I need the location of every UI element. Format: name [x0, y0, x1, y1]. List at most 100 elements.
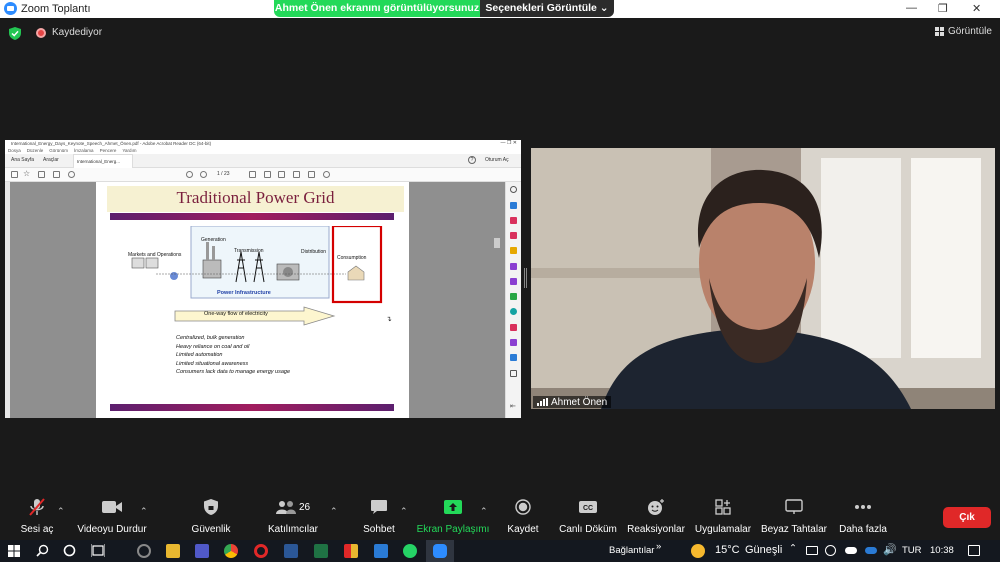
close-button[interactable]: ✕: [972, 2, 981, 15]
print-icon[interactable]: [38, 171, 45, 178]
photos-icon[interactable]: [374, 544, 388, 558]
video-options-caret[interactable]: ⌃: [140, 506, 148, 517]
menu-sign[interactable]: İmzalama: [74, 147, 94, 154]
menu-help[interactable]: Yardım: [122, 147, 136, 154]
tab-home[interactable]: Ana Sayfa: [11, 157, 34, 163]
page-down-icon[interactable]: [200, 171, 207, 178]
page-indicator[interactable]: 1 / 23: [217, 171, 230, 177]
view-button[interactable]: Görüntüle: [935, 26, 992, 37]
menu-edit[interactable]: Düzenle: [27, 147, 44, 154]
export-pdf-icon[interactable]: [510, 202, 517, 209]
bullet-item: Consumers lack data to manage energy usa…: [176, 369, 291, 376]
chevron-icon[interactable]: »: [656, 541, 661, 552]
excel-icon[interactable]: [314, 544, 328, 558]
windows-start-icon[interactable]: [8, 545, 20, 557]
more-tools-icon[interactable]: [510, 370, 517, 377]
unmute-button[interactable]: Sesi aç: [14, 496, 60, 540]
menu-view[interactable]: Görünüm: [49, 147, 68, 154]
clock[interactable]: 10:38: [930, 545, 954, 556]
scan-icon[interactable]: [510, 293, 517, 300]
menu-file[interactable]: Dosya: [8, 147, 21, 154]
cortana-icon[interactable]: [63, 544, 76, 557]
teams-icon[interactable]: [195, 544, 209, 558]
security-shield-icon[interactable]: [9, 27, 21, 40]
restore-button[interactable]: ❐: [938, 2, 948, 15]
rotate-icon[interactable]: [323, 171, 330, 178]
word-icon[interactable]: [284, 544, 298, 558]
mail-doc-icon[interactable]: [308, 171, 315, 178]
protect-icon[interactable]: [510, 308, 517, 315]
apps-button[interactable]: Uygulamalar: [692, 496, 754, 540]
language-indicator[interactable]: TUR: [902, 545, 922, 556]
opera-icon[interactable]: [254, 544, 268, 558]
minimize-button[interactable]: —: [906, 2, 917, 14]
help-icon[interactable]: ?: [468, 156, 476, 164]
edit-pdf-icon[interactable]: [510, 232, 517, 239]
file-explorer-icon[interactable]: [166, 544, 180, 558]
onedrive-icon[interactable]: [845, 547, 857, 554]
tray-expand-icon[interactable]: ⌃: [789, 543, 797, 554]
page-up-icon[interactable]: [186, 171, 193, 178]
menu-window[interactable]: Pencere: [100, 147, 117, 154]
leave-button[interactable]: Çık: [943, 507, 991, 528]
chat-button[interactable]: Sohbet: [358, 496, 400, 540]
zoom-icon[interactable]: [510, 186, 517, 193]
whatsapp-icon[interactable]: [403, 544, 417, 558]
search-icon[interactable]: [36, 544, 49, 557]
participants-button[interactable]: 26 Katılımcılar: [262, 496, 324, 540]
onedrive-business-icon[interactable]: [865, 547, 877, 554]
more-button[interactable]: Daha fazla: [838, 496, 888, 540]
split-view-divider[interactable]: [524, 268, 527, 288]
app-icon[interactable]: [137, 544, 151, 558]
volume-icon[interactable]: 🔊: [883, 543, 897, 556]
whiteboards-button[interactable]: Beyaz Tahtalar: [760, 496, 828, 540]
sign-in-link[interactable]: Oturum Aç: [485, 157, 509, 163]
comment-icon[interactable]: [249, 171, 256, 178]
globe-icon[interactable]: [825, 545, 836, 556]
recording-icon[interactable]: [36, 28, 46, 38]
organize-icon[interactable]: [510, 278, 517, 285]
share-tool-icon[interactable]: [510, 354, 517, 361]
star-icon[interactable]: ☆: [23, 169, 30, 178]
shared-screen[interactable]: International_Energy_Days_Keynote_Speech…: [5, 140, 521, 418]
app-icon[interactable]: [344, 544, 358, 558]
share-doc-icon[interactable]: [293, 171, 300, 178]
collapse-pane-icon[interactable]: ⇤: [510, 402, 516, 410]
chat-options-caret[interactable]: ⌃: [400, 506, 408, 517]
network-icon[interactable]: [806, 546, 818, 555]
left-pane-toggle[interactable]: [5, 182, 10, 418]
weather-temperature[interactable]: 15°C: [715, 544, 740, 556]
record-button[interactable]: Kaydet: [503, 496, 543, 540]
bullet-item: Centralized, bulk generation: [176, 335, 245, 341]
tab-document[interactable]: International_Energ...: [73, 154, 133, 168]
task-view-icon[interactable]: [91, 544, 105, 557]
share-options-caret[interactable]: ⌃: [480, 506, 488, 517]
audio-options-caret[interactable]: ⌃: [57, 506, 65, 517]
share-screen-button[interactable]: Ekran Paylaşımı: [417, 496, 489, 540]
sign-icon[interactable]: [278, 171, 285, 178]
chrome-icon[interactable]: [224, 544, 238, 558]
scrollbar-thumb[interactable]: [494, 238, 500, 248]
acrobat-window-controls[interactable]: — ❐ ✕: [501, 140, 517, 146]
stop-video-button[interactable]: Videoyu Durdur: [74, 496, 150, 540]
fill-sign-icon[interactable]: [510, 324, 517, 331]
mail-icon[interactable]: [53, 171, 60, 178]
tab-tools[interactable]: Araçlar: [43, 157, 59, 163]
pen-icon[interactable]: [264, 171, 271, 178]
participant-video[interactable]: Ahmet Önen: [531, 148, 995, 409]
live-transcript-button[interactable]: CC Canlı Döküm: [558, 496, 618, 540]
participants-options-caret[interactable]: ⌃: [330, 506, 338, 517]
send-icon[interactable]: [510, 339, 517, 346]
zoom-search-icon[interactable]: [68, 171, 75, 178]
reactions-button[interactable]: Reaksiyonlar: [626, 496, 686, 540]
new-file-icon[interactable]: [11, 171, 18, 178]
combine-icon[interactable]: [510, 263, 517, 270]
notifications-icon[interactable]: [968, 545, 980, 556]
links-toolbar[interactable]: Bağlantılar: [609, 545, 654, 556]
weather-condition[interactable]: Güneşli: [745, 544, 782, 556]
comment-tool-icon[interactable]: [510, 247, 517, 254]
sun-weather-icon[interactable]: [691, 544, 705, 558]
create-pdf-icon[interactable]: [510, 217, 517, 224]
view-options-button[interactable]: Seçenekleri Görüntüle ⌄: [480, 0, 614, 17]
security-button[interactable]: Güvenlik: [186, 496, 236, 540]
